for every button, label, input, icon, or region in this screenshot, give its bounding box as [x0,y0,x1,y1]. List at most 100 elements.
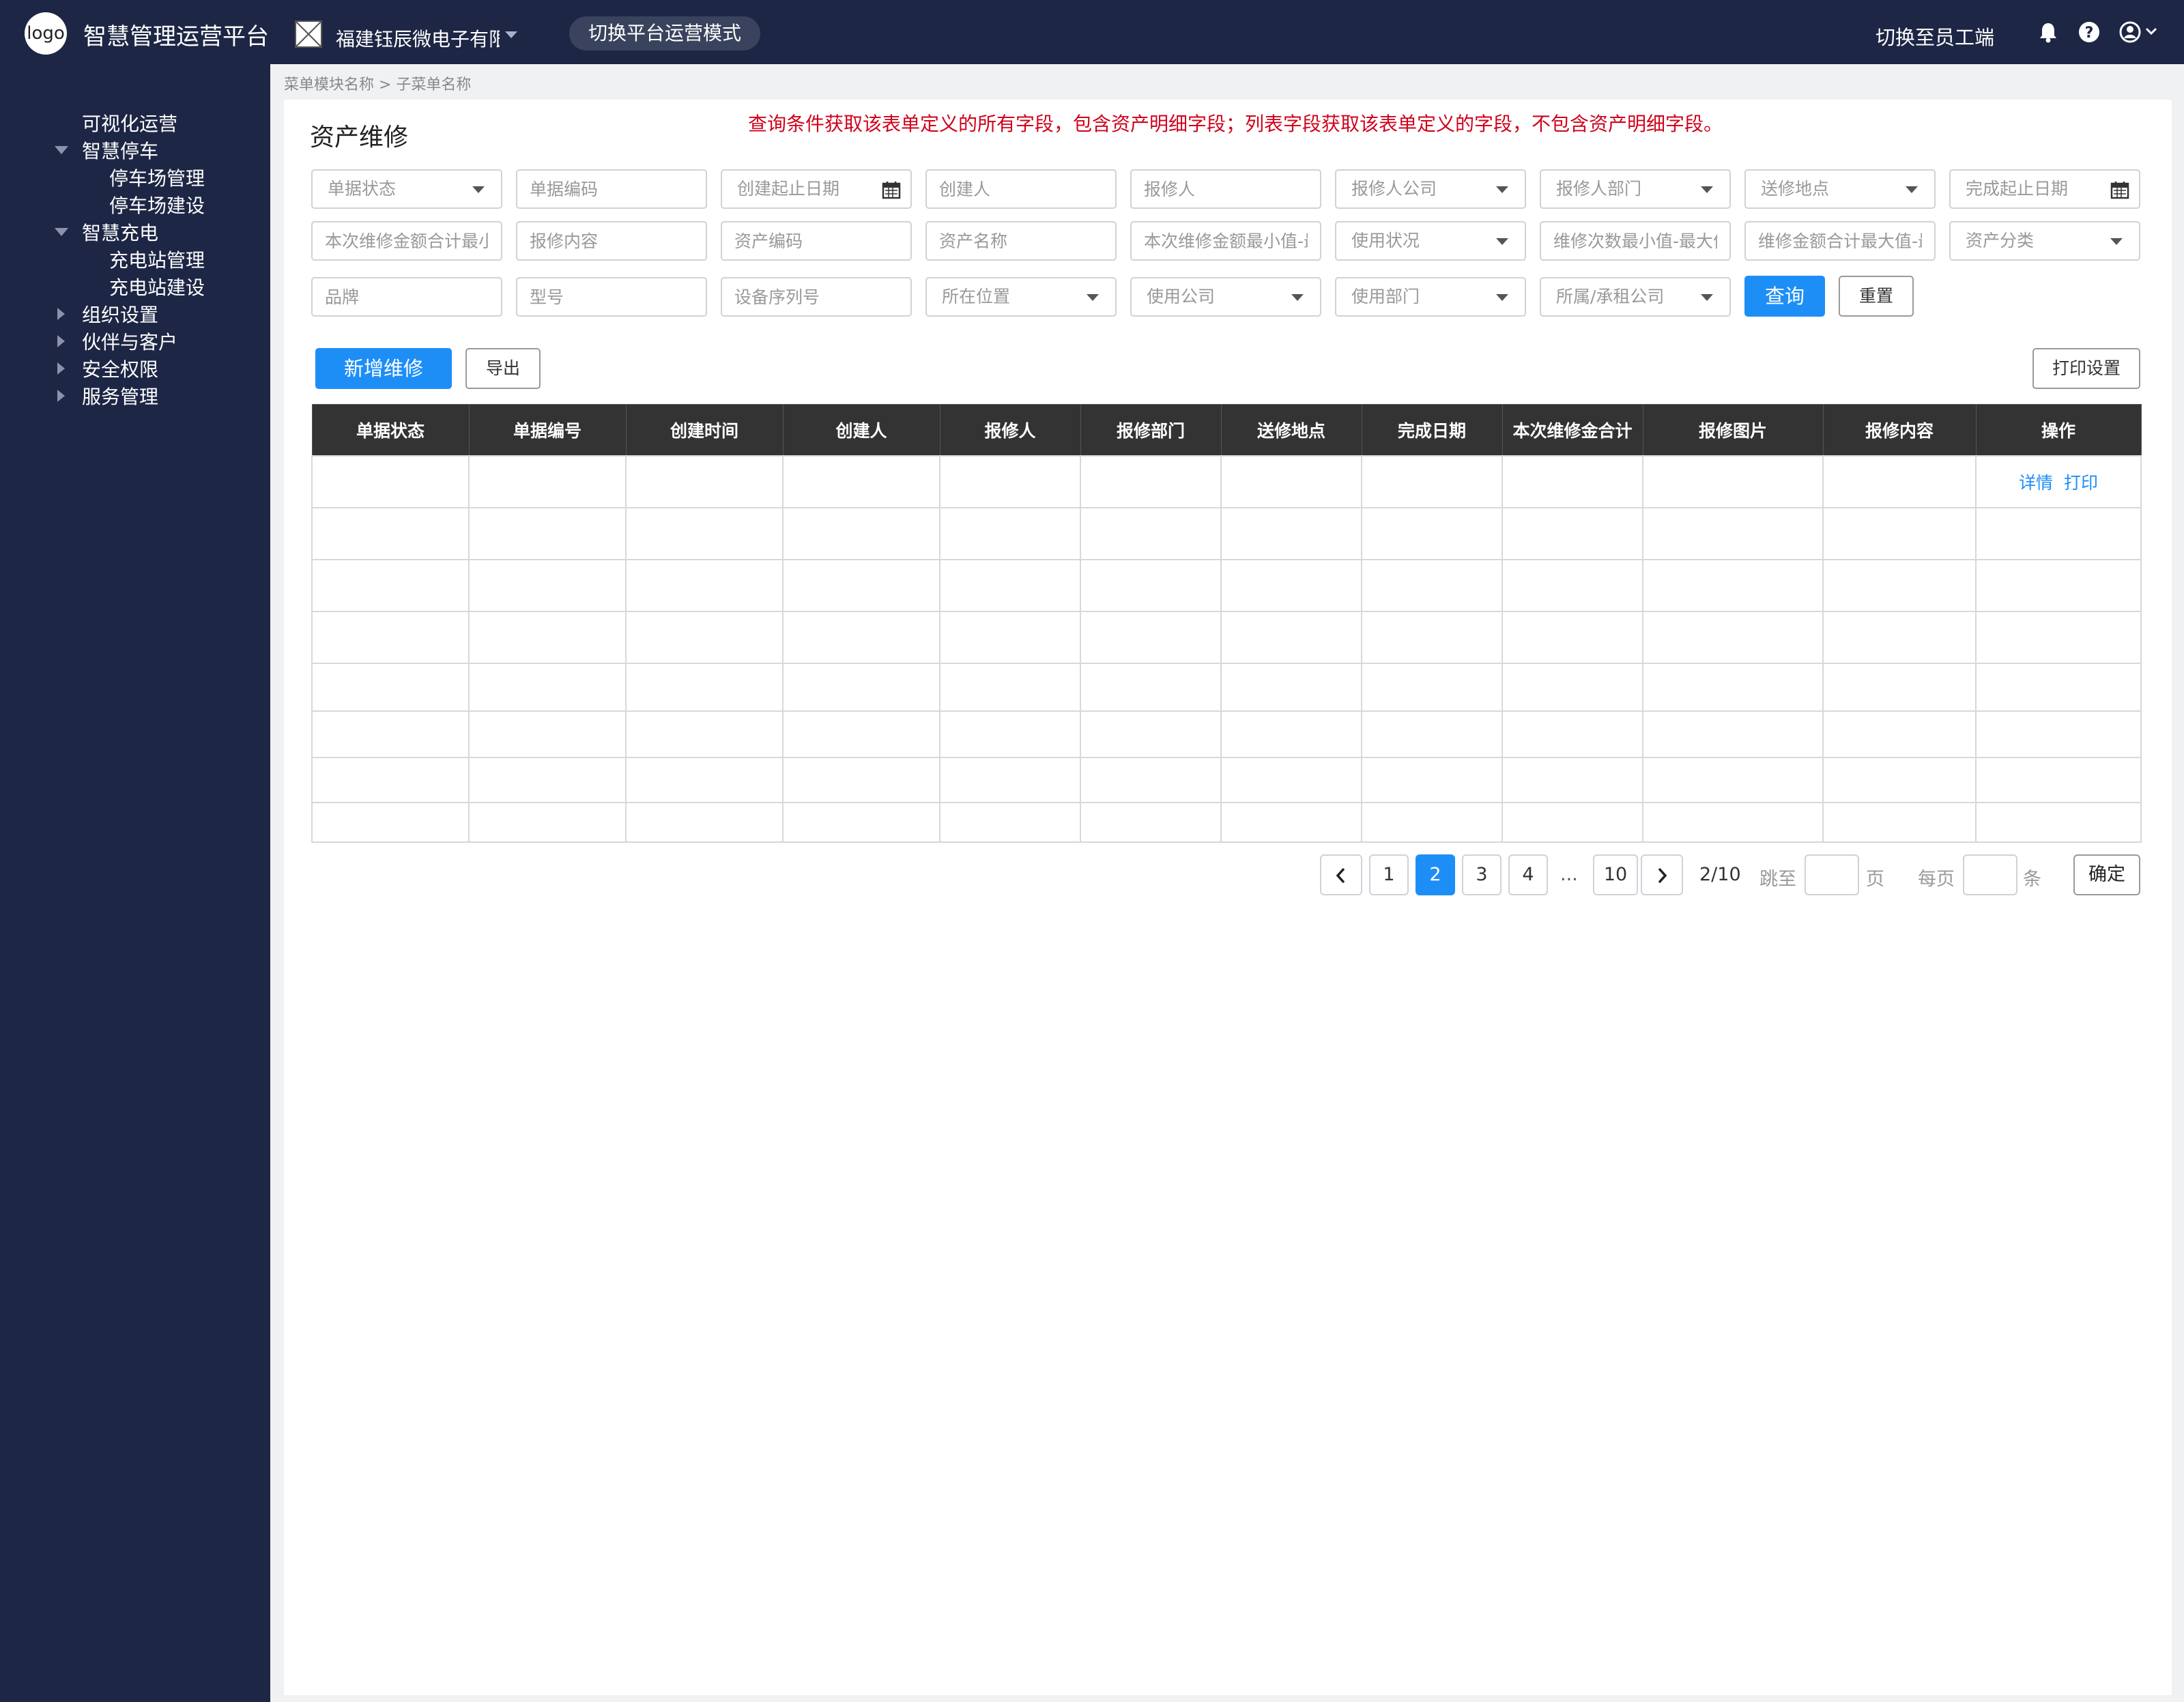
repair-total-range-input[interactable] [311,221,502,261]
repair-count-range-field[interactable] [1541,222,1729,259]
doc-code-input[interactable] [516,169,707,209]
column-header[interactable]: 报修图片 [1642,404,1824,457]
table-row[interactable] [311,559,2142,612]
serial-number-input[interactable] [721,277,912,317]
sidebar-item-charging-management[interactable]: 充电站管理 [109,248,205,273]
repair-amount-range-input[interactable] [1130,221,1321,261]
switch-to-staff-link[interactable]: 切换至员工端 [1876,22,1994,51]
column-header[interactable]: 完成日期 [1361,404,1503,457]
reporter-dept-select[interactable]: 报修人部门 [1540,169,1731,209]
collapse-caret-icon[interactable] [57,308,65,320]
brand-field[interactable] [313,278,501,315]
table-row[interactable] [311,663,2142,712]
model-input[interactable] [516,277,707,317]
table-row[interactable] [311,507,2142,560]
sidebar-item-visual-ops[interactable]: 可视化运营 [82,112,177,136]
column-header[interactable]: 单据编号 [468,404,627,457]
usage-status-select[interactable]: 使用状况 [1335,221,1526,261]
collapse-caret-icon[interactable] [57,390,65,402]
print-settings-button[interactable]: 打印设置 [2032,348,2140,389]
page-button[interactable]: 10 [1593,854,1638,895]
repair-sum-range-field[interactable] [1746,222,1934,259]
confirm-jump-button[interactable]: 确定 [2073,854,2140,895]
calendar-icon[interactable] [882,180,901,202]
collapse-caret-icon[interactable] [57,335,65,347]
sidebar-item-partners-customers[interactable]: 伙伴与客户 [82,330,177,355]
page-button-current[interactable]: 2 [1416,854,1455,895]
repair-amount-range-field[interactable] [1132,222,1320,259]
using-company-select[interactable]: 使用公司 [1130,277,1321,317]
asset-code-input[interactable] [721,221,912,261]
reset-button[interactable]: 重置 [1839,276,1914,317]
repair-sum-range-input[interactable] [1744,221,1936,261]
prev-page-button[interactable] [1320,854,1362,895]
sidebar-item-charging-construction[interactable]: 充电站建设 [109,276,205,300]
sidebar-item-org-settings[interactable]: 组织设置 [82,303,158,328]
user-icon[interactable] [2118,20,2142,46]
created-date-range-picker[interactable]: 创建起止日期 [721,169,912,209]
reporter-input-field[interactable] [1132,171,1320,207]
export-button[interactable]: 导出 [465,348,541,389]
repair-location-select[interactable]: 送修地点 [1744,169,1936,209]
creator-input-field[interactable] [927,171,1115,207]
table-row[interactable] [311,757,2142,803]
using-dept-select[interactable]: 使用部门 [1335,277,1526,317]
sidebar-item-smart-parking[interactable]: 智慧停车 [82,139,158,164]
table-row[interactable] [311,710,2142,758]
add-repair-button[interactable]: 新增维修 [315,348,452,389]
table-row[interactable]: 详情 打印 [311,455,2142,508]
switch-platform-mode-button[interactable]: 切换平台运营模式 [569,16,760,51]
column-header[interactable]: 送修地点 [1220,404,1362,457]
repair-content-input[interactable] [516,221,707,261]
repair-total-range-field[interactable] [313,222,501,259]
expand-caret-icon[interactable] [55,146,68,154]
detail-link[interactable]: 详情 [2019,473,2053,493]
model-field[interactable] [517,278,706,315]
page-button[interactable]: 4 [1508,854,1548,895]
serial-number-field[interactable] [722,278,910,315]
column-header[interactable]: 创建时间 [625,404,784,457]
logo[interactable]: logo [25,12,67,55]
caret-down-icon[interactable] [505,31,517,38]
next-page-button[interactable] [1641,854,1683,895]
column-header[interactable]: 报修部门 [1080,404,1222,457]
table-row[interactable] [311,802,2142,843]
column-header[interactable]: 报修人 [939,404,1081,457]
sidebar-item-smart-charging[interactable]: 智慧充电 [82,221,158,246]
location-select[interactable]: 所在位置 [925,277,1117,317]
print-link[interactable]: 打印 [2064,473,2098,493]
company-selector[interactable]: 福建钰辰微电子有限公司 [336,25,500,52]
column-header[interactable]: 本次维修金合计 [1502,404,1643,457]
query-button[interactable]: 查询 [1744,276,1825,317]
bell-icon[interactable] [2037,20,2060,46]
reporter-input[interactable] [1130,169,1321,209]
column-header[interactable]: 创建人 [782,404,940,457]
sidebar-item-parking-management[interactable]: 停车场管理 [109,167,205,191]
asset-name-field[interactable] [927,222,1115,259]
reporter-company-select[interactable]: 报修人公司 [1335,169,1526,209]
chevron-down-icon[interactable] [2144,26,2158,40]
repair-content-field[interactable] [517,222,706,259]
asset-code-field[interactable] [722,222,910,259]
owner-company-select[interactable]: 所属/承租公司 [1540,277,1731,317]
sidebar-item-service-management[interactable]: 服务管理 [82,385,158,409]
column-header[interactable]: 报修内容 [1822,404,1977,457]
doc-status-select[interactable]: 单据状态 [311,169,502,209]
sidebar-item-parking-construction[interactable]: 停车场建设 [109,194,205,218]
completion-date-range-picker[interactable]: 完成起止日期 [1949,169,2140,209]
page-button[interactable]: 1 [1369,854,1409,895]
doc-code-input-field[interactable] [517,171,706,207]
calendar-icon[interactable] [2110,180,2129,202]
brand-input[interactable] [311,277,502,317]
table-row[interactable] [311,611,2142,664]
expand-caret-icon[interactable] [55,228,68,236]
column-header[interactable]: 单据状态 [311,404,470,457]
creator-input[interactable] [925,169,1117,209]
repair-count-range-input[interactable] [1540,221,1731,261]
collapse-caret-icon[interactable] [57,362,65,375]
help-icon[interactable]: ? [2078,20,2101,46]
asset-name-input[interactable] [925,221,1117,261]
jump-page-input[interactable] [1805,854,1859,895]
asset-category-select[interactable]: 资产分类 [1949,221,2140,261]
sidebar-item-security[interactable]: 安全权限 [82,358,158,382]
